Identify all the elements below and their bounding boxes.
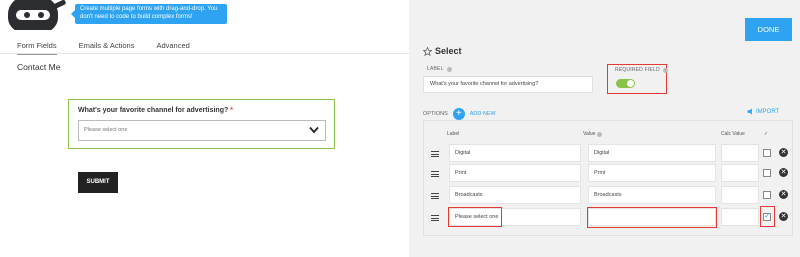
delete-option-icon[interactable]: ✕ xyxy=(779,148,788,157)
star-icon xyxy=(423,46,432,56)
required-caption-text: REQUIRED FIELD xyxy=(615,67,660,73)
option-calc-input[interactable] xyxy=(721,186,759,204)
checkbox-highlight xyxy=(760,206,775,227)
option-value-input[interactable]: Broadcasts xyxy=(588,186,716,204)
options-caption: OPTIONS xyxy=(423,111,448,117)
select-field-card[interactable]: What's your favorite channel for adverti… xyxy=(68,99,335,149)
option-label-input[interactable]: Broadcasts xyxy=(449,186,581,204)
drag-handle-icon[interactable] xyxy=(431,215,439,221)
option-calc-input[interactable] xyxy=(721,208,759,226)
option-label-input[interactable]: Print xyxy=(449,164,581,182)
import-link[interactable]: IMPORT xyxy=(747,108,779,115)
tabs-divider xyxy=(0,53,409,54)
option-selected-checkbox[interactable] xyxy=(763,169,771,177)
column-header-label: Label xyxy=(447,131,460,137)
label-caption-text: LABEL xyxy=(427,66,444,72)
help-icon[interactable] xyxy=(662,67,668,73)
delete-option-icon[interactable]: ✕ xyxy=(779,212,788,221)
option-row: Broadcasts Broadcasts ✕ xyxy=(428,186,798,206)
label-caption: LABEL xyxy=(427,66,452,72)
label-highlight xyxy=(448,207,502,227)
drag-handle-icon[interactable] xyxy=(431,171,439,177)
import-label: IMPORT xyxy=(756,108,780,115)
required-marker: * xyxy=(230,107,233,114)
select-placeholder: Please select one xyxy=(84,127,128,133)
drag-handle-icon[interactable] xyxy=(431,151,439,157)
option-calc-input[interactable] xyxy=(721,144,759,162)
option-calc-input[interactable] xyxy=(721,164,759,182)
option-label-input[interactable]: Digital xyxy=(449,144,581,162)
promo-tooltip: Create multiple page forms with drag-and… xyxy=(71,4,227,24)
value-highlight xyxy=(587,207,717,228)
option-value-input[interactable]: Print xyxy=(588,164,716,182)
help-icon[interactable] xyxy=(446,66,452,72)
required-toggle[interactable] xyxy=(616,79,635,88)
required-field-caption: REQUIRED FIELD xyxy=(615,67,668,73)
option-selected-checkbox[interactable] xyxy=(763,191,771,199)
form-builder-panel: Create multiple page forms with drag-and… xyxy=(0,0,409,257)
options-header: OPTIONS + ADD NEW xyxy=(423,108,496,120)
label-input[interactable]: What's your favorite channel for adverti… xyxy=(423,76,593,93)
column-header-selected: ✓ xyxy=(764,131,769,137)
channel-select[interactable]: Please select one xyxy=(78,120,326,141)
help-icon[interactable] xyxy=(597,131,603,137)
column-header-calc-value: Calc Value xyxy=(721,131,745,137)
submit-button[interactable]: SUBMIT xyxy=(78,172,118,193)
column-header-value: Value xyxy=(583,131,603,137)
add-new-link[interactable]: ADD NEW xyxy=(470,111,496,117)
drawer-title: Select xyxy=(423,46,462,56)
option-selected-checkbox[interactable] xyxy=(763,149,771,157)
delete-option-icon[interactable]: ✕ xyxy=(779,190,788,199)
drawer-title-text: Select xyxy=(435,46,462,56)
option-row: Digital Digital ✕ xyxy=(428,144,798,164)
option-row: Print Print ✕ xyxy=(428,164,798,184)
import-icon xyxy=(747,108,752,115)
drag-handle-icon[interactable] xyxy=(431,193,439,199)
form-title: Contact Me xyxy=(17,62,61,72)
option-value-input[interactable]: Digital xyxy=(588,144,716,162)
chevron-down-icon xyxy=(309,126,319,134)
field-settings-drawer: DONE Select LABEL What's your favorite c… xyxy=(409,0,800,257)
delete-option-icon[interactable]: ✕ xyxy=(779,168,788,177)
done-button[interactable]: DONE xyxy=(745,18,792,41)
field-label: What's your favorite channel for adverti… xyxy=(78,107,233,114)
ninja-logo-icon xyxy=(4,0,68,30)
add-option-plus-icon[interactable]: + xyxy=(452,108,465,120)
field-label-text: What's your favorite channel for adverti… xyxy=(78,107,229,114)
